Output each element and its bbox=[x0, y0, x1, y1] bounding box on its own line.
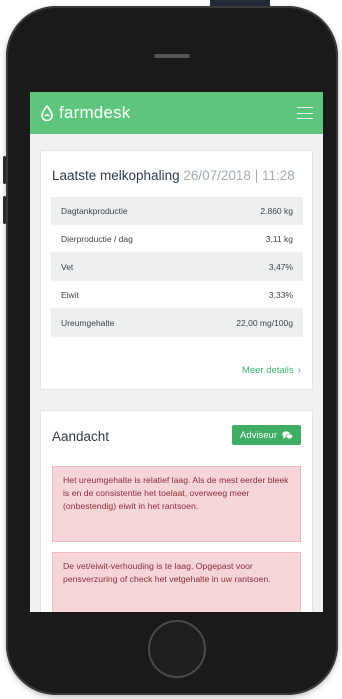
table-row: Dierproductie / dag 3,11 kg bbox=[51, 225, 303, 253]
row-label: Dierproductie / dag bbox=[61, 233, 133, 244]
brand-name: farmdesk bbox=[59, 103, 131, 122]
app-header: farmdesk bbox=[30, 92, 323, 134]
chevron-right-icon: › bbox=[297, 364, 301, 376]
card-title: Laatste melkophaling 26/07/2018 | 11:28 bbox=[52, 168, 295, 183]
row-value: 3,11 kg bbox=[265, 233, 293, 244]
alert-message: De vet/eiwit-verhouding is te laag. Opge… bbox=[52, 552, 301, 612]
milk-collection-time: 11:28 bbox=[261, 168, 295, 183]
page: farmdesk Laatste melkophaling 26/07/2018… bbox=[0, 0, 342, 699]
row-label: Vet bbox=[61, 261, 74, 272]
chat-icon bbox=[282, 430, 293, 439]
table-row: Eiwit 3,33% bbox=[51, 281, 303, 309]
app-screen: farmdesk Laatste melkophaling 26/07/2018… bbox=[30, 92, 323, 612]
attention-card: Aandacht Adviseur Het ureumgehalte is re… bbox=[40, 410, 313, 612]
volume-up-button bbox=[3, 156, 6, 184]
row-label: Eiwit bbox=[61, 289, 79, 300]
row-value: 2.860 kg bbox=[260, 205, 293, 216]
home-button[interactable] bbox=[148, 620, 206, 678]
attention-title: Aandacht bbox=[52, 429, 110, 444]
milk-collection-title: Laatste melkophaling bbox=[52, 168, 180, 183]
table-row: Ureumgehalte 22,00 mg/100g bbox=[51, 309, 303, 337]
table-row: Vet 3,47% bbox=[51, 253, 303, 281]
more-details-link[interactable]: Meer details › bbox=[242, 365, 301, 376]
advisor-label: Adviseur bbox=[240, 429, 277, 441]
advisor-button[interactable]: Adviseur bbox=[232, 425, 301, 445]
milk-data-table: Dagtankproductie 2.860 kg Dierproductie … bbox=[51, 197, 303, 337]
milk-collection-card: Laatste melkophaling 26/07/2018 | 11:28 … bbox=[40, 150, 313, 390]
speaker-grille bbox=[154, 54, 190, 58]
row-value: 3,33% bbox=[268, 289, 293, 300]
row-value: 3,47% bbox=[268, 261, 293, 272]
row-value: 22,00 mg/100g bbox=[236, 317, 293, 328]
volume-down-button bbox=[3, 196, 6, 224]
alert-message: Het ureumgehalte is relatief laag. Als d… bbox=[52, 466, 301, 542]
drop-icon bbox=[41, 105, 53, 121]
row-label: Dagtankproductie bbox=[61, 205, 128, 216]
title-separator: | bbox=[254, 168, 259, 183]
more-details-label: Meer details bbox=[241, 365, 294, 376]
table-row: Dagtankproductie 2.860 kg bbox=[51, 197, 303, 225]
row-label: Ureumgehalte bbox=[61, 317, 115, 328]
milk-collection-date: 26/07/2018 bbox=[183, 168, 251, 183]
brand[interactable]: farmdesk bbox=[40, 103, 131, 123]
hamburger-icon[interactable] bbox=[297, 107, 313, 119]
